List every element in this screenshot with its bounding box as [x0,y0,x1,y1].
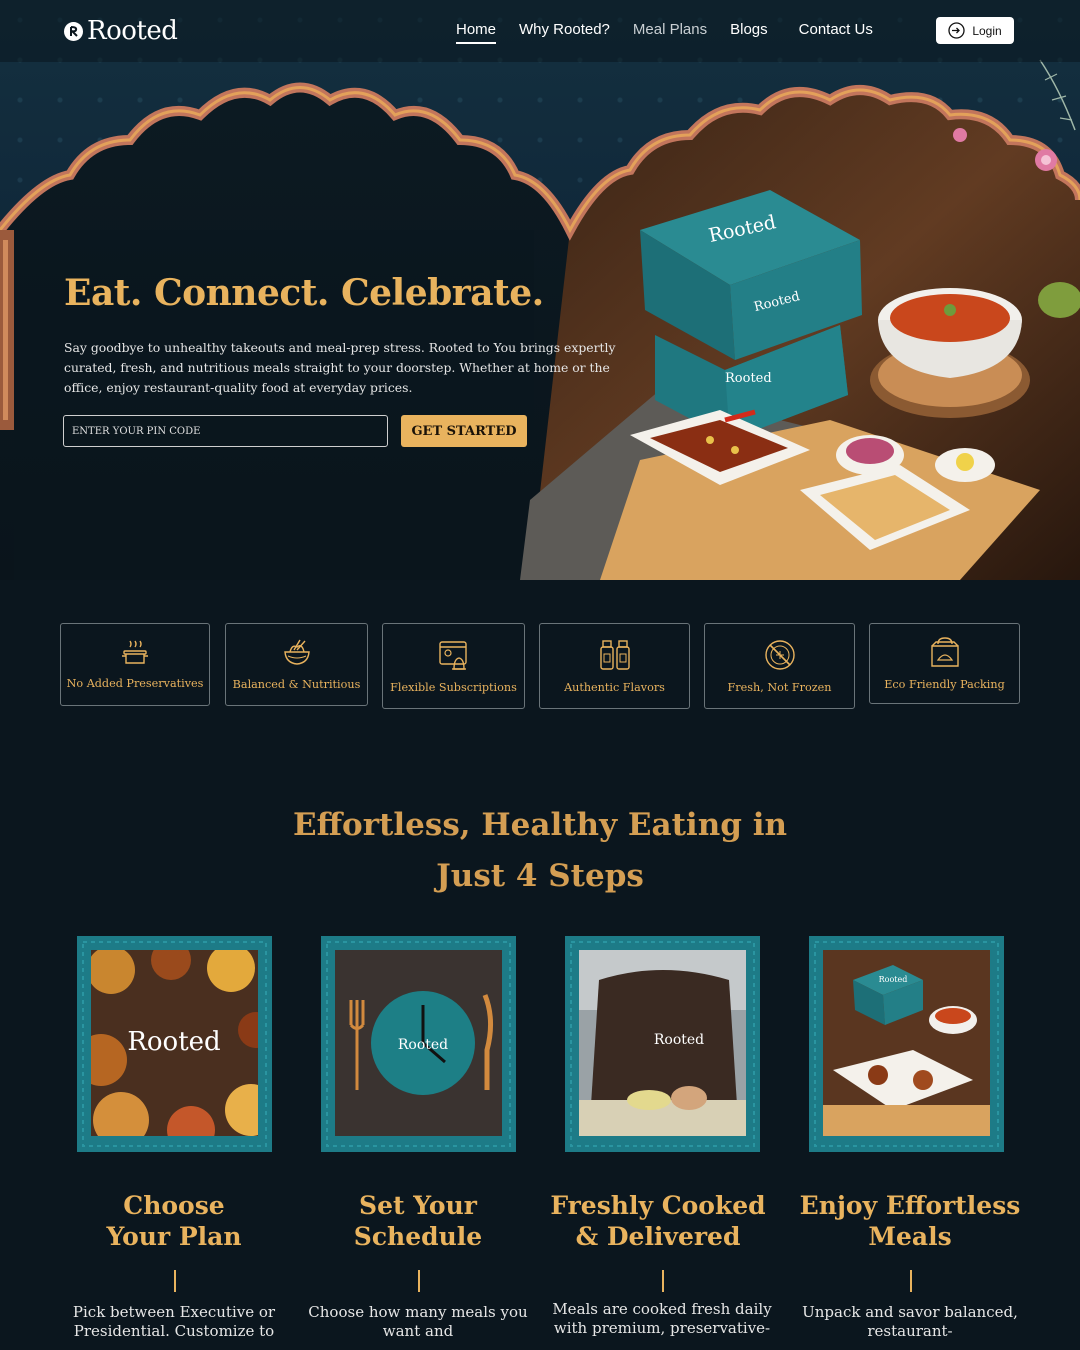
step-1-image-frame: Rooted [77,936,272,1152]
svg-text:Rooted: Rooted [398,1037,448,1053]
noodle-bowl-icon [283,639,310,665]
logo-mark-icon [64,21,83,41]
get-started-button[interactable]: GET STARTED [401,415,527,447]
login-label: Login [972,23,1002,38]
delivery-boxes: Rooted Rooted Rooted [640,190,862,440]
step-2-description: Choose how many meals you want and [308,1303,528,1340]
step-4-title: Enjoy Effortless Meals [790,1190,1030,1252]
pin-code-input[interactable] [63,415,388,447]
step-1-title: Choose Your Plan [54,1190,294,1252]
step-1-description: Pick between Executive or Presidential. … [72,1303,276,1340]
step-4-title-line-2: Meals [868,1222,952,1251]
step-3-image: Rooted [579,950,746,1136]
brand-name: Rooted [87,16,178,46]
feature-label: Fresh, Not Frozen [727,680,832,694]
nav-link-contact-us[interactable]: Contact Us [799,21,873,44]
feature-label: Authentic Flavors [564,680,665,694]
top-navigation: Rooted Home Why Rooted? Meal Plans Blogs… [0,0,1080,62]
nav-link-blogs[interactable]: Blogs [730,21,768,44]
step-3-title: Freshly Cooked & Delivered [538,1190,778,1252]
features-row: No Added Preservatives Balanced & Nutrit… [0,623,1080,713]
step-3-title-line-2: & Delivered [575,1222,741,1251]
svg-text:Rooted: Rooted [127,1027,220,1057]
feature-card-authentic-flavors: Authentic Flavors [539,623,690,709]
feature-label: Eco Friendly Packing [884,678,1005,691]
steaming-pot-icon [122,640,148,664]
feature-label: Flexible Subscriptions [390,680,517,694]
feature-label: Balanced & Nutritious [232,678,361,691]
step-4-description: Unpack and savor balanced, restaurant- [802,1303,1018,1340]
hero-description: Say goodbye to unhealthy takeouts and me… [64,340,616,395]
svg-text:Rooted: Rooted [654,1032,704,1048]
step-2-image: Rooted [335,950,502,1136]
feature-card-flexible-subscriptions: Flexible Subscriptions [382,623,525,709]
no-frozen-icon [764,639,795,670]
feature-card-balanced-nutritious: Balanced & Nutritious [225,623,368,706]
steps-title-line-2: Just 4 Steps [436,858,644,894]
feature-card-no-preservatives: No Added Preservatives [60,623,210,706]
step-4-divider [910,1270,912,1292]
nav-link-meal-plans[interactable]: Meal Plans [633,21,707,44]
calendar-bell-icon [438,640,467,670]
step-1-divider [174,1270,176,1292]
svg-text:Rooted: Rooted [725,371,772,386]
step-3-description: Meals are cooked fresh daily with premiu… [552,1300,772,1337]
feature-card-eco-friendly-packing: Eco Friendly Packing [869,623,1020,704]
steps-section-title: Effortless, Healthy Eating in Just 4 Ste… [0,800,1080,902]
step-2-image-frame: Rooted [321,936,516,1152]
step-1-title-line-2: Your Plan [106,1222,242,1251]
step-2-title-line-2: Schedule [353,1222,483,1251]
svg-text:Rooted: Rooted [879,975,908,984]
feature-label: No Added Preservatives [66,677,204,690]
nav-link-home[interactable]: Home [456,21,497,44]
brand-logo[interactable]: Rooted [64,16,178,46]
step-2-title: Set Your Schedule [298,1190,538,1252]
feature-card-fresh-not-frozen: Fresh, Not Frozen [704,623,855,709]
nav-links: Home Why Rooted? Meal Plans Blogs Contac… [456,21,896,44]
step-2-divider [418,1270,420,1292]
step-3-title-line-1: Freshly Cooked [550,1191,766,1220]
step-1-title-line-1: Choose [123,1191,225,1220]
steps-title-line-1: Effortless, Healthy Eating in [292,807,788,843]
login-arrow-icon [948,22,965,39]
step-1-image: Rooted [91,950,258,1136]
step-4-image-frame: Rooted [809,936,1004,1152]
step-4-title-line-1: Enjoy Effortless [799,1191,1021,1220]
hero-section: Rooted Rooted Rooted Rooted Home Why Roo… [0,0,1080,580]
login-button[interactable]: Login [936,17,1014,44]
eco-bag-icon [930,637,959,667]
spice-jars-icon [599,639,630,670]
step-4-image: Rooted [823,950,990,1136]
nav-link-why-rooted[interactable]: Why Rooted? [519,21,610,44]
step-3-divider [662,1270,664,1292]
hero-title: Eat. Connect. Celebrate. [64,272,544,314]
step-3-image-frame: Rooted [565,936,760,1152]
step-2-title-line-1: Set Your [359,1191,477,1220]
